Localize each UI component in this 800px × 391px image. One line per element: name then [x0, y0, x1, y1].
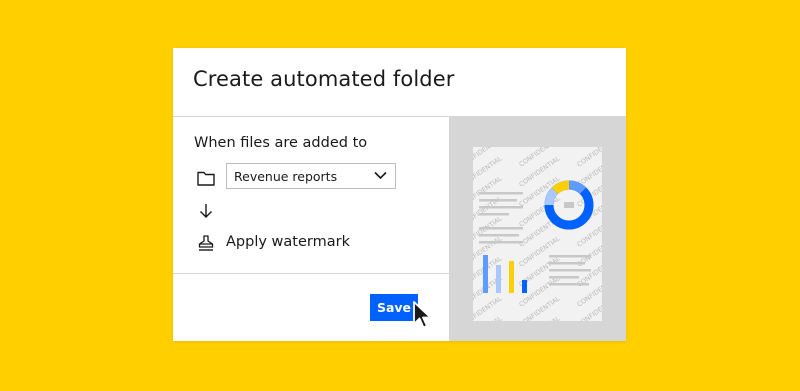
rule-settings-panel: When files are added to Revenue reports … — [173, 117, 449, 341]
document-illustration: CONFIDENTIAL CONFIDENTIAL CONFIDENTIALCONF… — [473, 147, 602, 321]
create-automated-folder-dialog: Create automated folder When files are a… — [173, 48, 626, 341]
action-label: Apply watermark — [226, 234, 350, 250]
watermarked-document-preview: CONFIDENTIAL CONFIDENTIAL CONFIDENTIAL CONF… — [473, 147, 602, 321]
stamp-icon — [198, 235, 214, 251]
arrow-down-icon — [200, 204, 212, 218]
dialog-title: Create automated folder — [193, 67, 455, 91]
footer-divider — [173, 273, 449, 274]
document-preview-panel: CONFIDENTIAL CONFIDENTIAL CONFIDENTIAL CONF… — [449, 117, 626, 341]
folder-icon — [197, 171, 215, 186]
mouse-pointer-icon — [413, 301, 432, 329]
folder-select-dropdown[interactable]: Revenue reports — [226, 163, 396, 189]
trigger-label: When files are added to — [194, 135, 368, 151]
folder-select-value: Revenue reports — [234, 169, 338, 184]
chevron-down-icon — [374, 171, 387, 180]
dialog-header: Create automated folder — [173, 48, 626, 117]
